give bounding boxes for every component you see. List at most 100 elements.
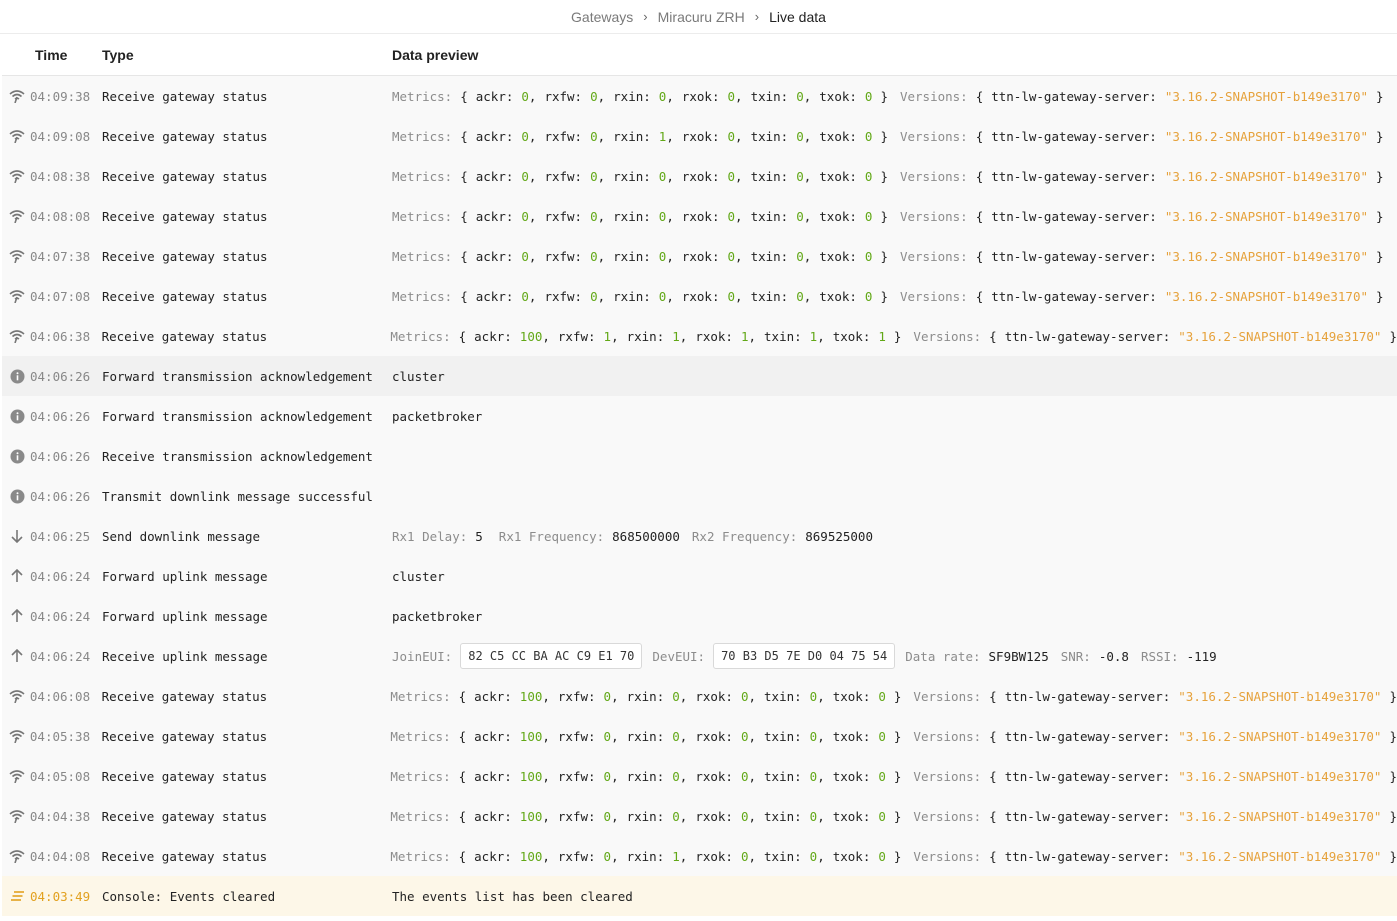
brace: { <box>458 768 467 784</box>
metric-value-ackr: 100 <box>519 768 543 784</box>
metrics-label: Metrics: <box>392 168 453 184</box>
metric-value-rxin: 1 <box>672 848 680 864</box>
table-row[interactable]: 04:09:38 Receive gateway status Metrics: {a… <box>2 76 1397 116</box>
event-text: cluster <box>392 568 445 584</box>
table-row[interactable]: 04:09:08 Receive gateway status Metrics: {a… <box>2 116 1397 156</box>
join-eui-value[interactable]: 82 C5 CC BA AC C9 E1 70 <box>460 643 643 669</box>
event-data-preview: cluster <box>392 569 1397 584</box>
event-data-preview: JoinEUI: 82 C5 CC BA AC C9 E1 70 DevEUI: 70… <box>392 643 1397 669</box>
table-row[interactable]: 04:06:25 Send downlink message Rx1 Delay: 5… <box>2 516 1397 556</box>
metrics-label: Metrics: <box>390 808 451 824</box>
table-row[interactable]: 04:06:24 Receive uplink message JoinEUI: 82… <box>2 636 1397 676</box>
snr-label: SNR: <box>1060 648 1091 664</box>
versions-label: Versions: <box>899 88 968 104</box>
event-text: packetbroker <box>392 408 483 424</box>
metric-value-rxfw: 0 <box>590 248 598 264</box>
table-row[interactable]: 04:04:38 Receive gateway status Metrics: {a… <box>2 796 1397 836</box>
event-type: Receive gateway status <box>102 288 268 304</box>
table-row[interactable]: 04:06:08 Receive gateway status Metrics: {a… <box>2 676 1397 716</box>
dev-eui-value[interactable]: 70 B3 D5 7E D0 04 75 54 <box>713 643 896 669</box>
event-time: 04:07:08 <box>30 288 91 304</box>
metric-key: txok: <box>819 88 857 104</box>
metric-key: txin: <box>764 768 802 784</box>
table-row[interactable]: 04:04:08 Receive gateway status Metrics: {a… <box>2 836 1397 876</box>
wifi-icon <box>2 169 30 183</box>
comma: , <box>748 328 757 344</box>
metric-key: rxfw: <box>557 808 596 824</box>
metric-value-rxfw: 1 <box>603 328 612 344</box>
metric-key: rxok: <box>695 808 733 824</box>
version-key: ttn-lw-gateway-server: <box>991 128 1157 144</box>
event-type: Transmit downlink message successful <box>102 488 373 504</box>
breadcrumb-gateways[interactable]: Gateways <box>571 9 633 25</box>
version-value: "3.16.2-SNAPSHOT-b149e3170" <box>1178 728 1382 744</box>
table-row[interactable]: 04:06:26 Receive transmission acknowledge… <box>2 436 1397 476</box>
table-row[interactable]: 04:07:08 Receive gateway status Metrics: {a… <box>2 276 1397 316</box>
metric-key: rxfw: <box>544 88 583 104</box>
metric-key: txok: <box>832 848 871 864</box>
versions-label: Versions: <box>899 248 968 264</box>
metrics-label: Metrics: <box>392 208 453 224</box>
metric-key: ackr: <box>475 288 514 304</box>
metric-value-rxin: 0 <box>658 88 667 104</box>
comma: , <box>817 688 825 704</box>
wifi-icon <box>2 849 30 863</box>
table-row[interactable]: 04:06:24 Forward uplink message packetbrok… <box>2 596 1397 636</box>
metric-key: rxfw: <box>557 728 596 744</box>
metric-value-rxfw: 0 <box>590 168 598 184</box>
comma: , <box>611 848 619 864</box>
brace: } <box>880 208 888 224</box>
metric-value-txin: 1 <box>809 328 818 344</box>
metric-key: txok: <box>832 768 871 784</box>
metric-value-txok: 0 <box>878 768 886 784</box>
metrics-label: Metrics: <box>392 288 453 304</box>
comma: , <box>679 808 688 824</box>
table-row[interactable]: 04:06:26 Forward transmission acknowledge… <box>2 356 1397 396</box>
metric-value-rxfw: 0 <box>590 128 598 144</box>
table-row[interactable]: 04:08:38 Receive gateway status Metrics: {a… <box>2 156 1397 196</box>
table-row[interactable]: 04:06:26 Forward transmission acknowledge… <box>2 396 1397 436</box>
metric-key: ackr: <box>474 328 512 344</box>
event-type: Receive gateway status <box>101 688 268 704</box>
comma: , <box>666 288 674 304</box>
version-value: "3.16.2-SNAPSHOT-b149e3170" <box>1178 328 1382 344</box>
metrics-label: Metrics: <box>392 248 453 264</box>
metric-key: rxok: <box>695 328 733 344</box>
metric-value-rxfw: 0 <box>603 688 612 704</box>
metric-value-rxfw: 0 <box>603 848 612 864</box>
metric-key: txok: <box>832 688 871 704</box>
event-time: 04:08:08 <box>30 208 91 224</box>
metric-key: rxfw: <box>557 688 596 704</box>
event-time: 04:09:38 <box>30 88 91 104</box>
version-key: ttn-lw-gateway-server: <box>991 248 1157 264</box>
event-data-preview: cluster <box>392 369 1397 384</box>
breadcrumb-gateway[interactable]: Miracuru ZRH <box>658 9 745 25</box>
event-time: 04:06:26 <box>30 408 91 424</box>
metric-value-rxin: 0 <box>658 208 667 224</box>
metric-value-rxin: 1 <box>658 128 667 144</box>
metric-key: ackr: <box>474 768 512 784</box>
table-row[interactable]: 04:06:38 Receive gateway status Metrics: {a… <box>2 316 1397 356</box>
brace: } <box>880 128 888 144</box>
table-row[interactable]: 04:03:49 Console: Events cleared The event… <box>2 876 1397 916</box>
version-value: "3.16.2-SNAPSHOT-b149e3170" <box>1164 288 1369 304</box>
table-row[interactable]: 04:05:38 Receive gateway status Metrics: {a… <box>2 716 1397 756</box>
table-row[interactable]: 04:08:08 Receive gateway status Metrics: {a… <box>2 196 1397 236</box>
rx1-frequency-value: 868500000 <box>612 528 680 544</box>
version-value: "3.16.2-SNAPSHOT-b149e3170" <box>1164 208 1369 224</box>
metric-value-ackr: 100 <box>519 848 543 864</box>
arrow-up-icon <box>2 569 30 583</box>
event-type: Receive gateway status <box>102 248 268 264</box>
table-row[interactable]: 04:07:38 Receive gateway status Metrics: {a… <box>2 236 1397 276</box>
brace: } <box>1389 328 1397 344</box>
info-icon <box>2 369 30 384</box>
table-row[interactable]: 04:06:26 Transmit downlink message succes… <box>2 476 1397 516</box>
rssi-value: -119 <box>1186 648 1217 664</box>
table-row[interactable]: 04:05:08 Receive gateway status Metrics: {a… <box>2 756 1397 796</box>
metric-value-rxok: 0 <box>740 848 749 864</box>
table-row[interactable]: 04:06:24 Forward uplink message cluster <box>2 556 1397 596</box>
metric-value-txin: 0 <box>796 88 804 104</box>
wifi-icon <box>2 249 30 263</box>
comma: , <box>597 208 606 224</box>
version-value: "3.16.2-SNAPSHOT-b149e3170" <box>1164 128 1369 144</box>
